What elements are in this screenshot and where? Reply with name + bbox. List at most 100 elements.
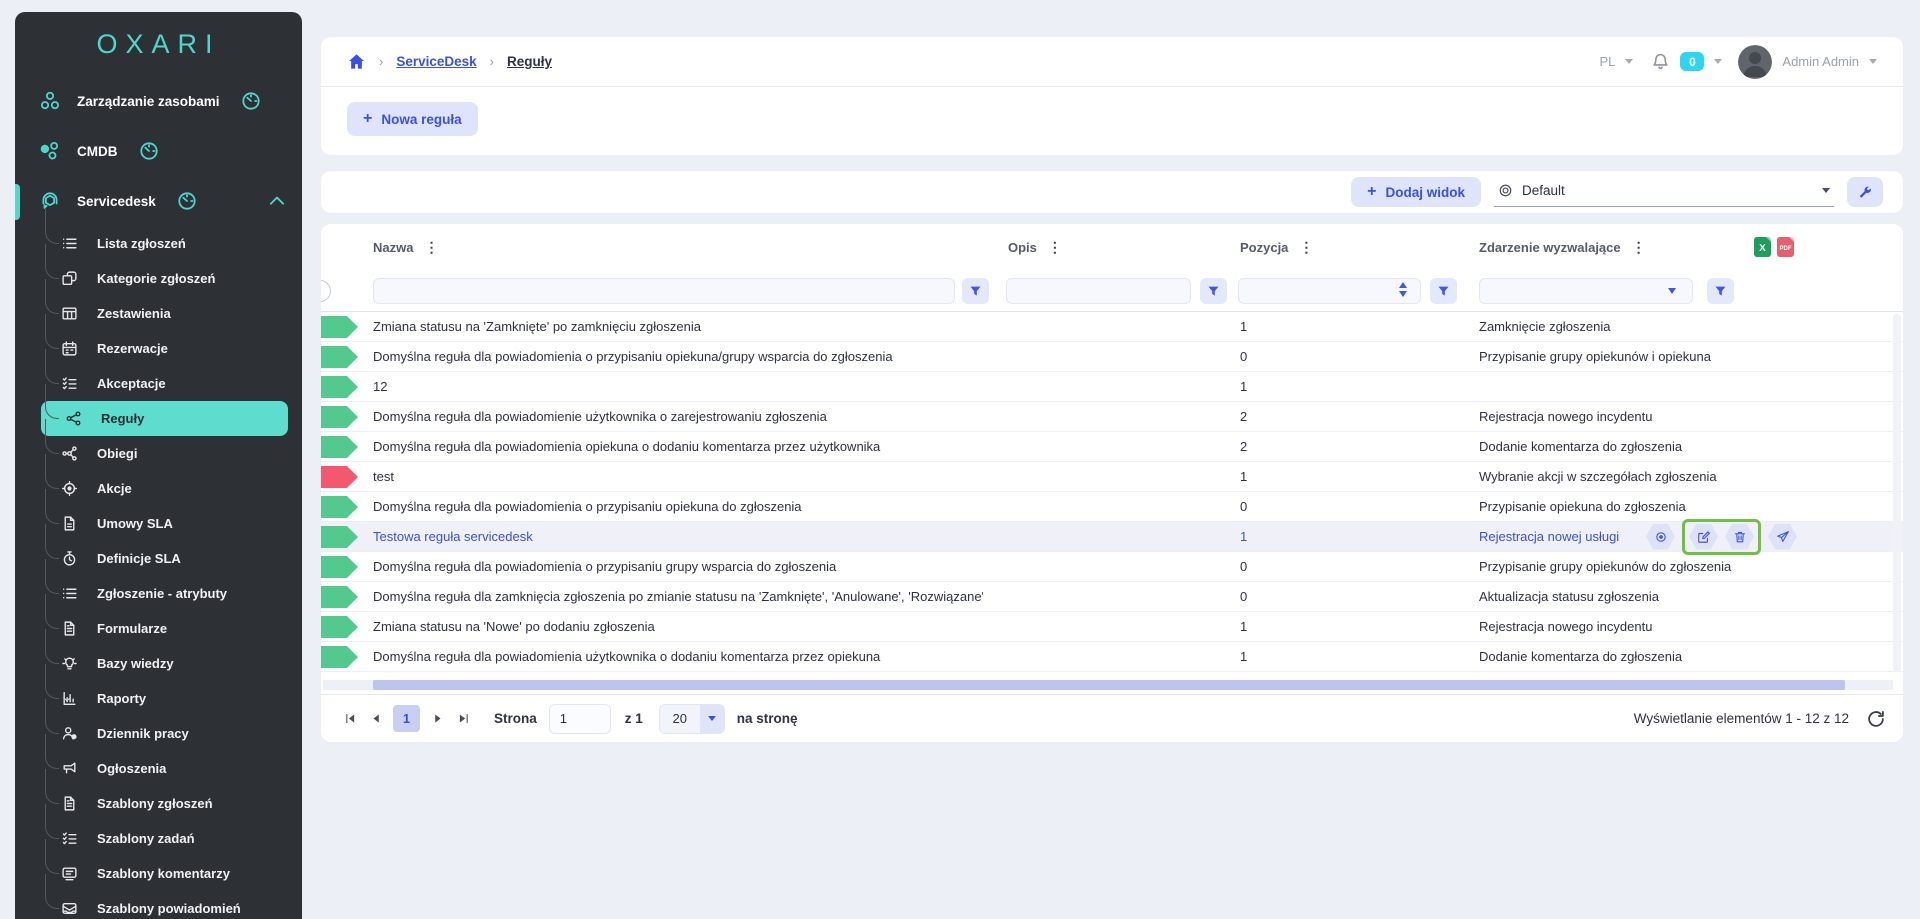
rule-status-indicator (321, 646, 358, 668)
rule-name: test (373, 462, 983, 491)
rule-description (1008, 372, 1228, 401)
table-row[interactable]: Zmiana statusu na 'Zamknięte' po zamknię… (321, 312, 1903, 342)
view-rule-button[interactable] (1646, 524, 1675, 550)
item-label: Lista zgłoszeń (97, 236, 186, 251)
notification-badge[interactable]: 0 (1680, 52, 1704, 71)
item-icon (61, 795, 78, 812)
page-number-input[interactable] (549, 704, 611, 734)
next-page-button[interactable] (424, 706, 450, 732)
export-pdf-icon[interactable]: PDF (1777, 237, 1794, 257)
column-header-pozycja[interactable]: Pozycja ⋮ (1240, 224, 1315, 270)
column-header-zdarzenie[interactable]: Zdarzenie wyzwalające ⋮ (1479, 224, 1648, 270)
user-name[interactable]: Admin Admin (1782, 54, 1859, 69)
new-rule-button[interactable]: + Nowa reguła (347, 102, 478, 136)
filter-button-nazwa[interactable] (962, 278, 989, 304)
view-selector[interactable]: Default (1494, 177, 1834, 207)
sidebar-section-cmdb[interactable]: CMDB (15, 126, 302, 176)
delete-rule-button[interactable] (1725, 524, 1754, 550)
breadcrumb-reguly[interactable]: Reguły (507, 54, 552, 69)
last-page-button[interactable] (450, 706, 476, 732)
rule-description (1008, 552, 1228, 581)
filter-input-pozycja[interactable] (1238, 278, 1421, 304)
step-down-icon[interactable] (1399, 291, 1407, 297)
page-size-selector[interactable]: 20 (659, 704, 725, 734)
table-row[interactable]: Zmiana statusu na 'Nowe' po dodaniu zgło… (321, 612, 1903, 642)
table-row[interactable]: test 1 Wybranie akcji w szczegółach zgło… (321, 462, 1903, 492)
item-icon (61, 515, 78, 532)
export-buttons: X PDF (1754, 224, 1794, 270)
column-header-opis[interactable]: Opis ⋮ (1008, 224, 1064, 270)
table-row[interactable]: 12 1 (321, 372, 1903, 402)
item-label: Definicje SLA (97, 551, 181, 566)
item-label: Raporty (97, 691, 146, 706)
filter-button-zdarzenie[interactable] (1707, 278, 1734, 304)
sidebar-item-szablony-powiadomień[interactable]: Szablony powiadomień (15, 891, 302, 919)
column-menu-icon[interactable]: ⋮ (1046, 239, 1064, 256)
funnel-icon (1207, 285, 1220, 298)
number-stepper[interactable] (1399, 282, 1407, 297)
item-icon (61, 235, 78, 252)
table-row[interactable]: Domyślna reguła dla powiadomienia użytko… (321, 642, 1903, 672)
rule-trigger-event (1479, 372, 1809, 401)
eye-icon (1654, 530, 1668, 544)
rule-name: Zmiana statusu na 'Nowe' po dodaniu zgło… (373, 612, 983, 641)
prev-page-button[interactable] (363, 706, 389, 732)
current-page-button[interactable]: 1 (393, 705, 420, 732)
first-page-button[interactable] (337, 706, 363, 732)
sidebar-section-zarz-dzanie-zasobami[interactable]: Zarządzanie zasobami (15, 76, 302, 126)
column-menu-icon[interactable]: ⋮ (1297, 239, 1315, 256)
export-excel-icon[interactable]: X (1754, 237, 1771, 257)
rule-position: 0 (1240, 492, 1440, 521)
sidebar-item-reguły[interactable]: Reguły (41, 401, 288, 436)
chevron-down-icon[interactable] (1869, 59, 1877, 64)
filter-select-zdarzenie[interactable] (1479, 278, 1693, 304)
rule-status-indicator (321, 556, 358, 578)
item-label: Zestawienia (97, 306, 171, 321)
vertical-scrollbar[interactable] (1893, 314, 1901, 672)
table-row[interactable]: Domyślna reguła dla powiadomienie użytko… (321, 402, 1903, 432)
step-up-icon[interactable] (1399, 282, 1407, 288)
table-row[interactable]: Domyślna reguła dla powiadomienia opieku… (321, 432, 1903, 462)
add-view-button[interactable]: + Dodaj widok (1351, 177, 1481, 207)
rule-name: Domyślna reguła dla powiadomienia o przy… (373, 342, 983, 371)
column-menu-icon[interactable]: ⋮ (1630, 239, 1648, 256)
language-selector[interactable]: PL (1600, 54, 1616, 69)
column-menu-icon[interactable]: ⋮ (422, 239, 440, 256)
item-icon (61, 375, 78, 392)
chevron-down-icon[interactable] (1625, 59, 1633, 64)
item-label: Szablony zadań (97, 831, 195, 846)
filter-button-pozycja[interactable] (1430, 278, 1457, 304)
rule-status-indicator (321, 526, 358, 548)
item-icon (61, 305, 78, 322)
item-icon (61, 900, 78, 917)
filter-button-opis[interactable] (1200, 278, 1227, 304)
sidebar: OXARI Zarządzanie zasobami CMDB Serviced… (15, 12, 302, 919)
table-row[interactable]: Domyślna reguła dla powiadomienia o przy… (321, 342, 1903, 372)
prev-page-icon (370, 712, 383, 725)
table-row[interactable]: Domyślna reguła dla powiadomienia o przy… (321, 552, 1903, 582)
scrollbar-thumb[interactable] (373, 680, 1845, 690)
filter-input-opis[interactable] (1006, 278, 1191, 304)
edit-rule-button[interactable] (1689, 524, 1718, 550)
send-rule-button[interactable] (1768, 524, 1797, 550)
rule-status-indicator (321, 586, 358, 608)
bell-icon[interactable] (1651, 52, 1670, 71)
table-row[interactable]: Testowa reguła servicedesk 1 Rejestracja… (321, 522, 1903, 552)
section-icon (39, 140, 61, 162)
home-icon[interactable] (347, 52, 366, 71)
table-row[interactable]: Domyślna reguła dla zamknięcia zgłoszeni… (321, 582, 1903, 612)
column-header-nazwa[interactable]: Nazwa ⋮ (373, 224, 440, 270)
chevron-down-icon[interactable] (1714, 59, 1722, 64)
gauge-icon (138, 140, 160, 162)
item-label: Bazy wiedzy (97, 656, 174, 671)
table-row[interactable]: Domyślna reguła dla powiadomienia o przy… (321, 492, 1903, 522)
avatar[interactable] (1738, 45, 1772, 79)
rule-position: 1 (1240, 612, 1440, 641)
refresh-button[interactable] (1865, 708, 1887, 730)
view-settings-button[interactable] (1847, 177, 1883, 207)
filter-input-nazwa[interactable] (373, 278, 955, 304)
chevron-down-icon (61, 693, 73, 705)
breadcrumb-servicedesk[interactable]: ServiceDesk (396, 54, 476, 69)
gauge-icon (176, 190, 198, 212)
rules-table-card: Nazwa ⋮ Opis ⋮ Pozycja ⋮ Zdarzenie wyzwa… (321, 224, 1903, 742)
